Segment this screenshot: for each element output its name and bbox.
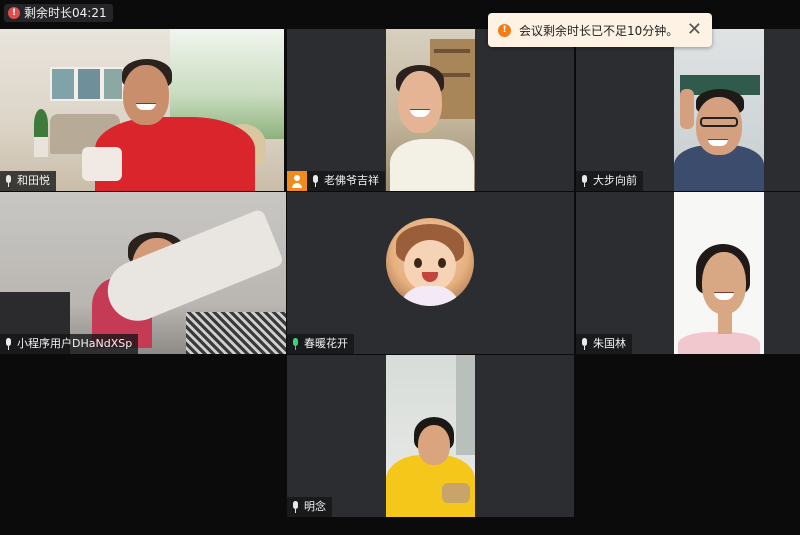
- warning-icon: !: [498, 23, 511, 37]
- participant-name: 明念: [304, 500, 326, 513]
- host-badge-icon: [287, 171, 307, 191]
- participant-tile[interactable]: 小程序用户DHaNdXSp: [0, 192, 286, 354]
- participant-name: 老佛爷吉祥: [324, 174, 379, 187]
- video-feed: [386, 29, 475, 191]
- microphone-active-icon: [292, 338, 299, 350]
- video-feed: [386, 355, 475, 517]
- meeting-timer: ! 剩余时长04:21: [4, 4, 113, 22]
- microphone-icon: [581, 175, 588, 187]
- participant-tile[interactable]: 春暖花开: [287, 192, 574, 354]
- video-feed: [674, 192, 764, 354]
- video-feed: [674, 29, 764, 191]
- participant-tile[interactable]: 朱国林: [576, 192, 800, 354]
- participant-name: 朱国林: [593, 337, 626, 350]
- participant-name-bar: 朱国林: [576, 334, 632, 354]
- microphone-icon: [292, 501, 299, 513]
- microphone-icon: [312, 175, 319, 187]
- alert-icon: !: [8, 7, 20, 19]
- participant-tile[interactable]: 明念: [287, 355, 574, 517]
- participant-name: 小程序用户DHaNdXSp: [17, 337, 133, 350]
- microphone-icon: [5, 338, 12, 350]
- toast-message: 会议剩余时长已不足10分钟。: [519, 23, 679, 38]
- participant-name-bar: 小程序用户DHaNdXSp: [0, 334, 139, 354]
- participant-name-bar: 和田悦: [0, 171, 56, 191]
- close-icon[interactable]: ✕: [687, 21, 702, 39]
- participant-name: 春暖花开: [304, 337, 348, 350]
- participant-name-bar: 明念: [287, 497, 332, 517]
- microphone-icon: [5, 175, 12, 187]
- participant-tile[interactable]: 大步向前: [576, 29, 800, 191]
- participant-name-bar: 老佛爷吉祥: [307, 171, 385, 191]
- participant-name-bar: 大步向前: [576, 171, 643, 191]
- video-feed: [0, 29, 284, 191]
- participant-tile[interactable]: 和田悦: [0, 29, 284, 191]
- participant-name: 大步向前: [593, 174, 637, 187]
- participant-tile[interactable]: 老佛爷吉祥: [287, 29, 574, 191]
- participant-name-bar: 春暖花开: [287, 334, 354, 354]
- time-warning-toast: ! 会议剩余时长已不足10分钟。 ✕: [488, 13, 712, 47]
- microphone-icon: [581, 338, 588, 350]
- participant-avatar: [386, 218, 474, 306]
- participant-name: 和田悦: [17, 174, 50, 187]
- video-feed: [0, 192, 286, 354]
- timer-text: 剩余时长04:21: [24, 6, 107, 20]
